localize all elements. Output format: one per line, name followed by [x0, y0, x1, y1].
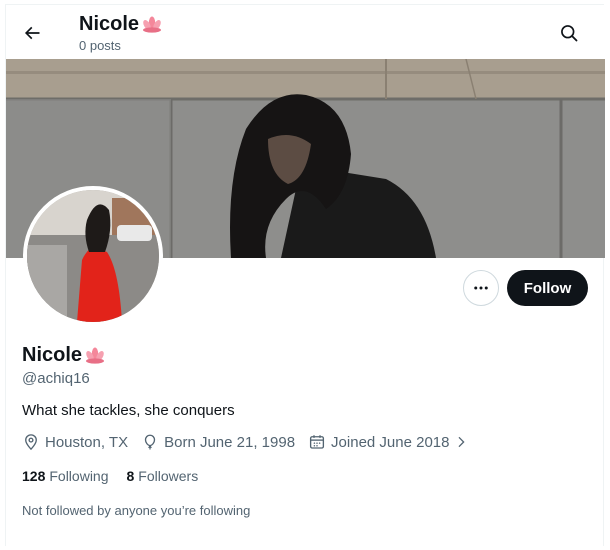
avatar[interactable] — [23, 186, 163, 326]
joined-item[interactable]: Joined June 2018 — [308, 433, 468, 451]
chevron-right-icon — [458, 436, 466, 448]
followers-link[interactable]: 8 Followers — [127, 468, 199, 484]
lotus-icon — [86, 347, 105, 364]
birthday-item: Born June 21, 1998 — [141, 433, 295, 451]
profile-page: Nicole 0 posts Follow Nicole @achiq16 Wh… — [5, 4, 605, 546]
location-pin-icon — [25, 434, 37, 451]
following-link[interactable]: 128 Following — [22, 468, 109, 484]
location-text: Houston, TX — [45, 433, 129, 451]
back-button[interactable] — [18, 19, 46, 47]
profile-bio: What she tackles, she conquers — [22, 402, 235, 419]
post-count: 0 posts — [79, 38, 121, 53]
following-count: 128 — [22, 468, 46, 484]
location-item: Houston, TX — [22, 433, 128, 451]
calendar-icon — [309, 435, 325, 449]
search-icon — [561, 25, 578, 42]
header-title-block: Nicole 0 posts — [79, 12, 163, 54]
profile-name: Nicole — [22, 344, 83, 366]
follow-button[interactable]: Follow — [507, 270, 588, 306]
birthday-text: Born June 21, 1998 — [164, 433, 296, 451]
follow-stats: 128 Following 8 Followers — [22, 468, 216, 484]
profile-header: Nicole 0 posts — [6, 5, 605, 59]
profile-meta: Houston, TX Born June 21, 1998 Joined Ju… — [22, 433, 481, 451]
profile-name-row: Nicole — [22, 343, 106, 367]
more-options-button[interactable] — [463, 270, 499, 306]
lotus-icon — [143, 16, 162, 33]
header-title: Nicole — [79, 13, 140, 35]
more-horizontal-icon — [474, 286, 488, 290]
joined-text: Joined June 2018 — [331, 433, 450, 451]
search-button[interactable] — [555, 19, 583, 47]
following-label: Following — [49, 468, 109, 484]
profile-handle: @achiq16 — [22, 370, 90, 387]
balloon-icon — [144, 434, 156, 450]
not-followed-notice: Not followed by anyone you’re following — [22, 503, 251, 518]
followers-count: 8 — [126, 468, 135, 484]
followers-label: Followers — [138, 468, 199, 484]
avatar-photo — [27, 190, 159, 322]
arrow-left-icon — [24, 26, 40, 40]
